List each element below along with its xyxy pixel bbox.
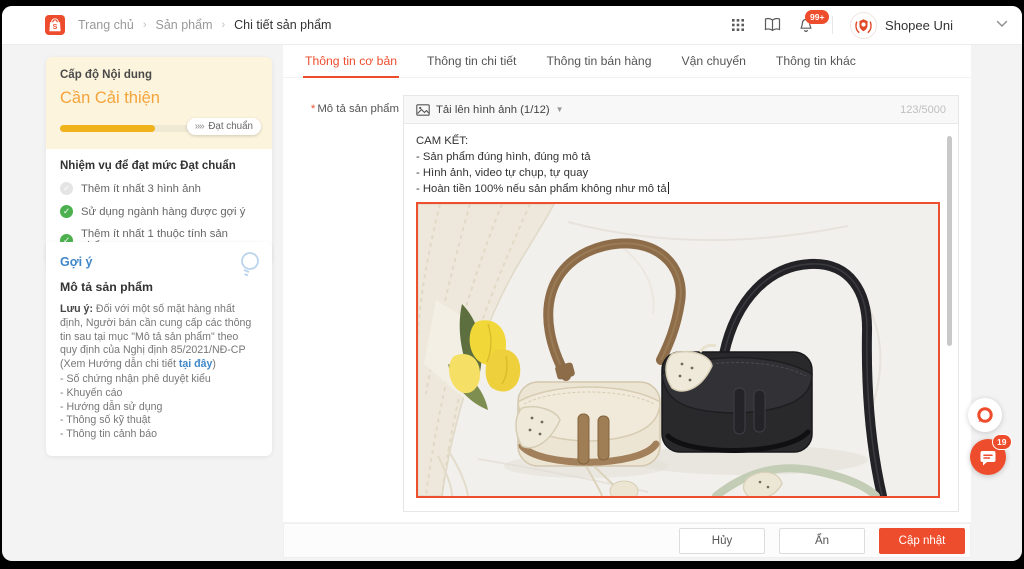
bullet-item: - Thông số kỹ thuật bbox=[60, 414, 151, 427]
suggestion-title: Gợi ý bbox=[60, 255, 93, 269]
required-asterisk: * bbox=[310, 103, 316, 115]
breadcrumb-separator: › bbox=[221, 19, 226, 31]
char-counter: 123/5000 bbox=[900, 103, 946, 116]
tab-other-info[interactable]: Thông tin khác bbox=[774, 45, 858, 77]
header-actions: 99+ Shopee Uni bbox=[730, 9, 1008, 39]
product-detail-panel: Thông tin cơ bản Thông tin chi tiết Thôn… bbox=[283, 45, 971, 522]
check-circle-icon: ✓ bbox=[60, 205, 73, 218]
hide-button[interactable]: Ẩn bbox=[779, 527, 865, 554]
cancel-button[interactable]: Hủy bbox=[679, 527, 765, 554]
bullet-item: - Số chứng nhận phê duyệt kiểu bbox=[60, 372, 211, 385]
suggestion-bullets: - Số chứng nhận phê duyệt kiểu - Khuyến … bbox=[60, 373, 258, 442]
apps-grid-icon[interactable] bbox=[730, 17, 747, 34]
content-level-card: Cấp độ Nội dung Cần Cải thiện »» Đạt chu… bbox=[46, 57, 272, 265]
guide-book-icon[interactable] bbox=[764, 17, 781, 34]
feedback-donut-icon bbox=[977, 407, 993, 423]
editor-toolbar: Tải lên hình ảnh (1/12) ▼ 123/5000 bbox=[403, 95, 959, 124]
breadcrumb-products[interactable]: Sản phẩm bbox=[156, 18, 213, 32]
task-item: ✓ Thêm ít nhất 3 hình ảnh bbox=[60, 182, 258, 195]
tab-basic-info[interactable]: Thông tin cơ bản bbox=[303, 45, 400, 78]
check-circle-icon: ✓ bbox=[60, 182, 73, 195]
content-level-status: Cần Cải thiện bbox=[60, 89, 160, 107]
product-photo bbox=[418, 204, 938, 496]
bullet-item: - Khuyến cáo bbox=[60, 386, 123, 399]
editor-scrollbar-thumb[interactable] bbox=[947, 136, 952, 346]
tab-bar: Thông tin cơ bản Thông tin chi tiết Thôn… bbox=[283, 45, 971, 78]
tasks-title: Nhiệm vụ để đạt mức Đạt chuẩn bbox=[60, 160, 236, 172]
caret-down-icon: ▼ bbox=[555, 105, 564, 114]
tab-sales-info[interactable]: Thông tin bán hàng bbox=[544, 45, 653, 77]
account-menu[interactable]: Shopee Uni bbox=[850, 11, 953, 39]
description-line: - Hình ảnh, video tự chụp, tự quay bbox=[416, 167, 589, 179]
suggestion-card: Gợi ý Mô tả sản phẩm Lưu ý: Đối với một … bbox=[46, 242, 272, 456]
description-textarea[interactable]: CAM KẾT: - Sản phẩm đúng hình, đúng mô t… bbox=[403, 124, 959, 512]
description-line: - Sản phẩm đúng hình, đúng mô tả bbox=[416, 151, 591, 163]
suggestion-subtitle: Mô tả sản phẩm bbox=[60, 280, 153, 294]
tab-detail-info[interactable]: Thông tin chi tiết bbox=[425, 45, 518, 77]
breadcrumb-home[interactable]: Trang chủ bbox=[78, 18, 134, 32]
tab-shipping[interactable]: Vận chuyển bbox=[680, 45, 748, 77]
chevron-down-icon[interactable] bbox=[996, 20, 1008, 31]
description-line: CAM KẾT: bbox=[416, 135, 469, 147]
breadcrumb: S Trang chủ › Sản phẩm › Chi tiết sản ph… bbox=[45, 15, 331, 35]
image-icon bbox=[416, 103, 430, 116]
breadcrumb-current: Chi tiết sản phẩm bbox=[234, 18, 332, 32]
header-divider bbox=[832, 16, 834, 34]
content-level-progress: »» Đạt chuẩn bbox=[60, 118, 261, 135]
description-editor: Tải lên hình ảnh (1/12) ▼ 123/5000 CAM K… bbox=[403, 95, 959, 512]
action-bar: Hủy Ẩn Cập nhật bbox=[283, 523, 971, 558]
bullet-item: - Thông tin cảnh báo bbox=[60, 428, 157, 441]
note-link[interactable]: tại đây bbox=[179, 358, 213, 370]
update-button[interactable]: Cập nhật bbox=[879, 527, 965, 554]
description-field-label: * Mô tả sản phẩm bbox=[310, 103, 399, 115]
text-cursor bbox=[667, 182, 669, 194]
app-window: S Trang chủ › Sản phẩm › Chi tiết sản ph… bbox=[2, 6, 1022, 561]
feedback-float-button[interactable] bbox=[968, 398, 1002, 432]
chat-float-button[interactable]: 19 bbox=[970, 434, 1012, 475]
lightbulb-icon bbox=[234, 248, 264, 287]
content-level-title: Cấp độ Nội dung bbox=[60, 69, 152, 81]
arrows-icon: »» bbox=[194, 121, 205, 132]
top-bar: S Trang chủ › Sản phẩm › Chi tiết sản ph… bbox=[2, 6, 1022, 45]
task-item: ✓ Sử dụng ngành hàng được gợi ý bbox=[60, 205, 258, 218]
svg-text:S: S bbox=[53, 24, 58, 31]
product-photo-selected[interactable] bbox=[416, 202, 940, 498]
account-avatar bbox=[850, 11, 878, 39]
content-level-section: Cấp độ Nội dung Cần Cải thiện »» Đạt chu… bbox=[46, 57, 272, 149]
target-level-badge: »» Đạt chuẩn bbox=[186, 118, 261, 135]
upload-image-button[interactable]: Tải lên hình ảnh (1/12) ▼ bbox=[416, 104, 564, 116]
notifications-bell-icon[interactable]: 99+ bbox=[798, 9, 830, 34]
shopee-logo-icon[interactable]: S bbox=[45, 15, 65, 35]
suggestion-note: Lưu ý: Đối với một số mặt hàng nhất định… bbox=[60, 303, 252, 371]
bullet-item: - Hướng dẫn sử dụng bbox=[60, 400, 163, 413]
breadcrumb-separator: › bbox=[142, 19, 147, 31]
chat-bubble-icon bbox=[980, 450, 996, 465]
account-name: Shopee Uni bbox=[885, 17, 953, 33]
description-line: - Hoàn tiền 100% nếu sản phẩm không như … bbox=[416, 182, 669, 195]
notification-badge: 99+ bbox=[805, 9, 830, 24]
progress-fill bbox=[60, 125, 156, 132]
chat-unread-badge: 19 bbox=[991, 434, 1012, 450]
